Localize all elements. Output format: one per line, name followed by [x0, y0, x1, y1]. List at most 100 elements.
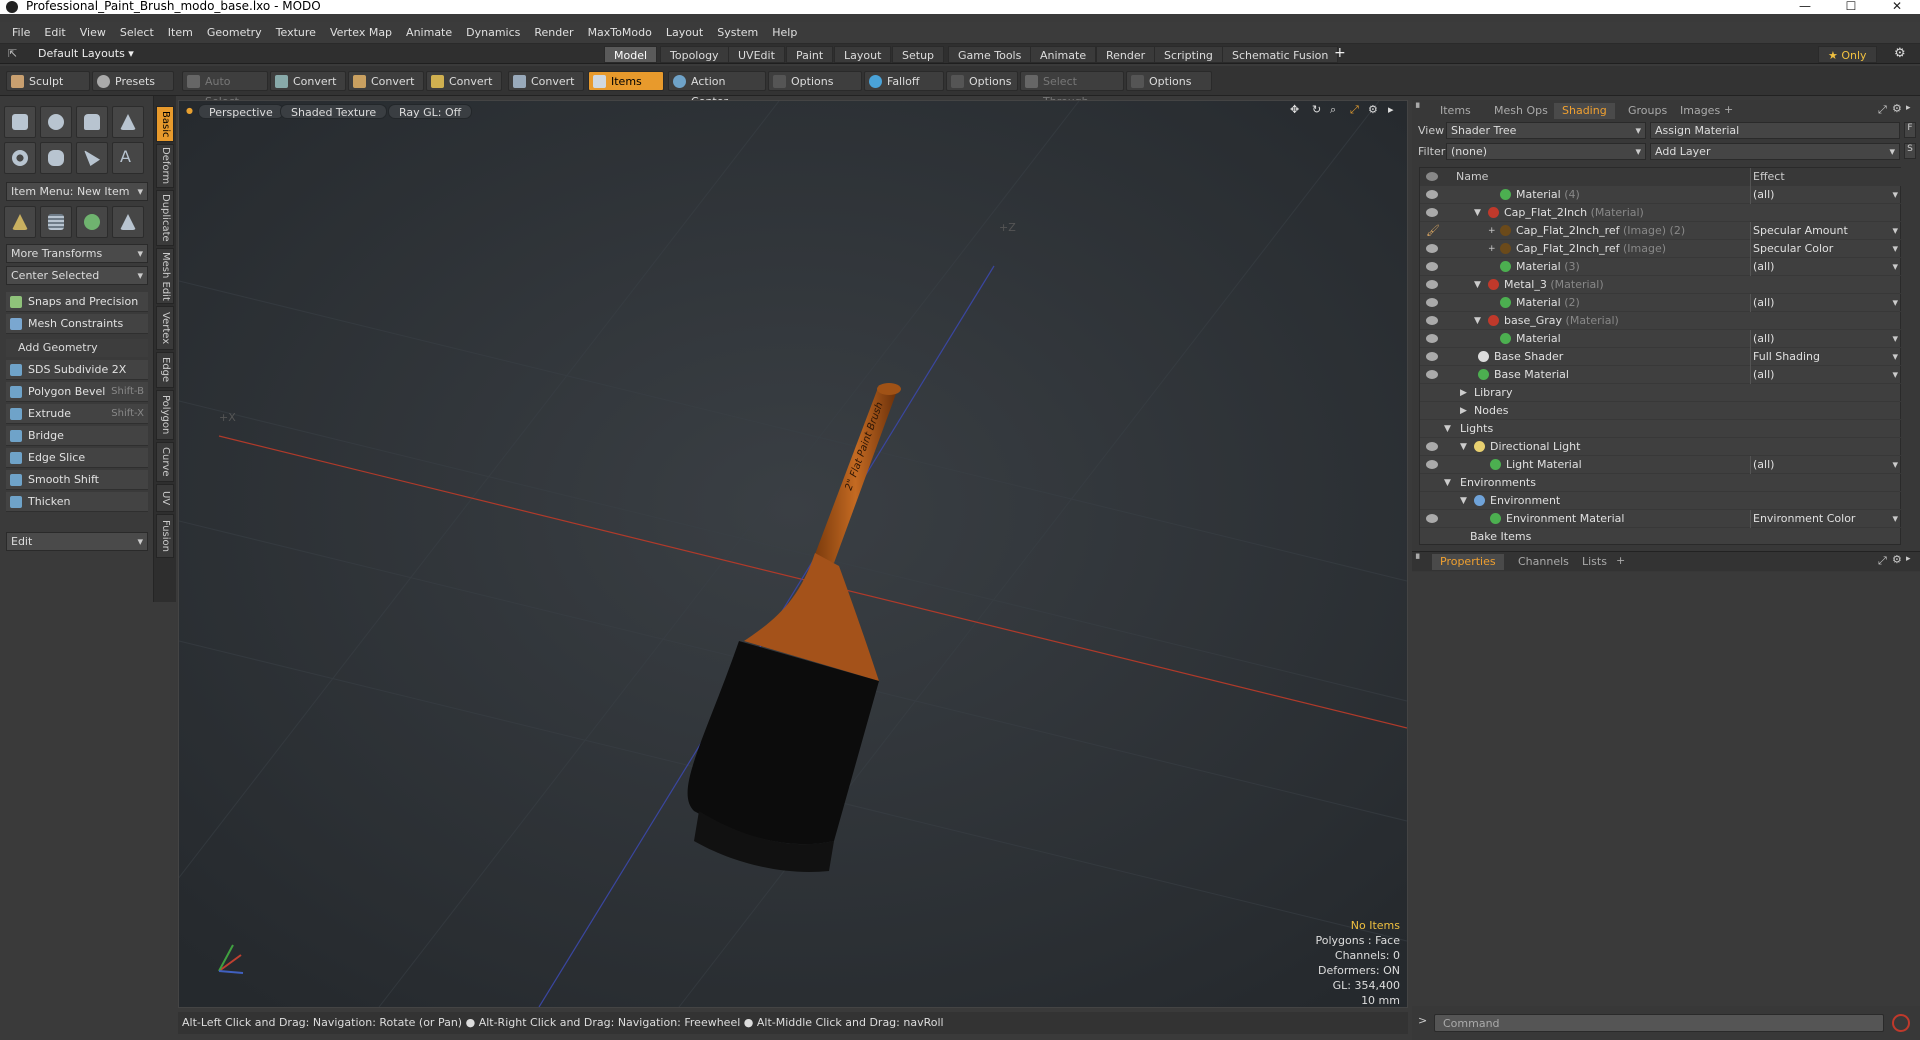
- shading-mode-button[interactable]: Shaded Texture: [280, 104, 388, 119]
- effect-dropdown[interactable]: (all): [1750, 456, 1902, 474]
- tab-paint[interactable]: Paint: [786, 46, 834, 63]
- center-selected-dropdown[interactable]: Center Selected: [6, 266, 148, 285]
- action-center-options-button[interactable]: Options: [768, 71, 862, 91]
- extrude-button[interactable]: Extrude Shift-X: [6, 404, 148, 424]
- tree-row[interactable]: ▼ Cap_Flat_2Inch (Material): [1420, 204, 1902, 222]
- tab-lists[interactable]: Lists: [1574, 554, 1615, 570]
- vtab-vertex[interactable]: Vertex: [156, 306, 174, 350]
- more-transforms-dropdown[interactable]: More Transforms: [6, 244, 148, 263]
- viewport-settings-icon[interactable]: ⚙: [1368, 103, 1378, 116]
- tab-groups[interactable]: Groups: [1620, 103, 1675, 119]
- panel-menu-icon[interactable]: ▘: [1416, 555, 1423, 565]
- panel-expand-icon[interactable]: ⤢: [1878, 103, 1887, 117]
- tree-row[interactable]: ▶ Library: [1420, 384, 1902, 402]
- tree-row[interactable]: Material (4) (all): [1420, 186, 1902, 204]
- panel-arrow-icon[interactable]: ▸: [1906, 103, 1911, 113]
- tab-layout[interactable]: Layout: [834, 46, 892, 63]
- tree-row[interactable]: ▼ Environments: [1420, 474, 1902, 492]
- only-toggle[interactable]: ★ Only: [1818, 46, 1877, 63]
- menu-geometry[interactable]: Geometry: [200, 22, 269, 44]
- viewport-menu-icon[interactable]: ●: [186, 106, 193, 115]
- move-tool-button[interactable]: [4, 206, 36, 238]
- tree-row[interactable]: Bake Items: [1420, 528, 1902, 546]
- tab-properties[interactable]: Properties: [1432, 554, 1504, 570]
- presets-button[interactable]: Presets F6: [92, 71, 174, 108]
- tab-animate[interactable]: Animate: [1030, 46, 1097, 63]
- vtab-mesh-edit[interactable]: Mesh Edit: [156, 248, 174, 304]
- brush-layer-icon[interactable]: 🖌: [1426, 222, 1440, 240]
- collapsed-arrow-icon[interactable]: ▶: [1460, 384, 1467, 402]
- maximize-button[interactable]: ☐: [1828, 0, 1874, 14]
- menu-view[interactable]: View: [73, 22, 113, 44]
- add-panel-tab-button[interactable]: +: [1724, 103, 1733, 116]
- expand-plus-icon[interactable]: +: [1488, 222, 1496, 240]
- expand-arrow-icon[interactable]: ▼: [1474, 204, 1481, 222]
- tab-images[interactable]: Images: [1672, 103, 1728, 119]
- tab-shading[interactable]: Shading: [1554, 103, 1615, 119]
- torus-primitive-button[interactable]: [4, 142, 36, 174]
- menu-layout[interactable]: Layout: [659, 22, 710, 44]
- bridge-button[interactable]: Bridge: [6, 426, 148, 446]
- visibility-eye-icon[interactable]: [1426, 442, 1438, 451]
- convert-vertices-button[interactable]: Convert: [270, 71, 346, 91]
- close-button[interactable]: ✕: [1874, 0, 1920, 14]
- cube-primitive-button[interactable]: [4, 106, 36, 138]
- settings-gear-icon[interactable]: ⚙: [1894, 46, 1906, 61]
- expand-arrow-icon[interactable]: ▼: [1444, 420, 1451, 438]
- expand-arrow-icon[interactable]: ▼: [1474, 312, 1481, 330]
- edit-dropdown[interactable]: Edit: [6, 532, 148, 551]
- tree-row[interactable]: 🖌 + Cap_Flat_2Inch_ref (Image) (2) Specular…: [1420, 222, 1902, 240]
- tab-channels[interactable]: Channels: [1510, 554, 1577, 570]
- sphere-primitive-button[interactable]: [40, 106, 72, 138]
- record-macro-icon[interactable]: [1892, 1014, 1910, 1032]
- vtab-polygon[interactable]: Polygon: [156, 390, 174, 440]
- vtab-duplicate[interactable]: Duplicate: [156, 190, 174, 246]
- cone-primitive-button[interactable]: [112, 106, 144, 138]
- tree-row[interactable]: Environment Material Environment Color: [1420, 510, 1902, 528]
- tab-topology[interactable]: Topology: [660, 46, 729, 63]
- convert-edges-button[interactable]: Convert: [348, 71, 424, 91]
- scale-tool-button[interactable]: [112, 206, 144, 238]
- effect-dropdown[interactable]: (all): [1750, 330, 1902, 348]
- mesh-constraints-button[interactable]: Mesh Constraints: [6, 314, 148, 334]
- polygon-bevel-button[interactable]: Polygon Bevel Shift-B: [6, 382, 148, 402]
- visibility-eye-icon[interactable]: [1426, 334, 1438, 343]
- tree-row[interactable]: ▼ Directional Light: [1420, 438, 1902, 456]
- select-through-options-button[interactable]: Options: [1126, 71, 1212, 91]
- cylinder-primitive-button[interactable]: [76, 106, 108, 138]
- zoom-icon[interactable]: ⌕: [1330, 103, 1336, 117]
- tree-row[interactable]: ▼ base_Gray (Material): [1420, 312, 1902, 330]
- visibility-eye-icon[interactable]: [1426, 514, 1438, 523]
- effect-dropdown[interactable]: Full Shading: [1750, 348, 1902, 366]
- rotate-tool-button[interactable]: [76, 206, 108, 238]
- default-layouts-dropdown[interactable]: Default Layouts ▾: [38, 47, 134, 60]
- viewport-expand-icon[interactable]: ▸: [1388, 103, 1394, 116]
- collapsed-arrow-icon[interactable]: ▶: [1460, 402, 1467, 420]
- visibility-eye-icon[interactable]: [1426, 316, 1438, 325]
- tab-model[interactable]: Model: [604, 46, 658, 63]
- minimize-button[interactable]: —: [1782, 0, 1828, 14]
- 3d-viewport[interactable]: +Z +X 2" Flat Paint Brush: [178, 100, 1408, 1008]
- assign-material-button[interactable]: Assign Material: [1650, 122, 1900, 139]
- text-tool-button[interactable]: A: [112, 142, 144, 174]
- fit-view-icon[interactable]: ⤢: [1350, 103, 1359, 117]
- add-layer-dropdown[interactable]: Add Layer: [1650, 143, 1900, 160]
- tree-row[interactable]: Material (2) (all): [1420, 294, 1902, 312]
- tab-render[interactable]: Render: [1096, 46, 1156, 63]
- expand-arrow-icon[interactable]: ▼: [1460, 492, 1467, 510]
- add-geometry-header[interactable]: Add Geometry: [6, 339, 148, 357]
- convert-polygons-button[interactable]: Convert: [426, 71, 502, 91]
- vtab-curve[interactable]: Curve: [156, 442, 174, 482]
- tree-row[interactable]: ▼ Environment: [1420, 492, 1902, 510]
- expand-arrow-icon[interactable]: ▼: [1444, 474, 1451, 492]
- menu-maxtomodo[interactable]: MaxToModo: [581, 22, 659, 44]
- assign-material-options-button[interactable]: F: [1904, 122, 1916, 138]
- snaps-precision-button[interactable]: Snaps and Precision: [6, 292, 148, 312]
- effect-dropdown[interactable]: (all): [1750, 258, 1902, 276]
- panel-expand-icon[interactable]: ⤢: [1878, 554, 1887, 568]
- vtab-uv[interactable]: UV: [156, 484, 174, 512]
- tab-uvedit[interactable]: UVEdit: [728, 46, 785, 63]
- menu-animate[interactable]: Animate: [399, 22, 459, 44]
- visibility-eye-icon[interactable]: [1426, 190, 1438, 199]
- tab-setup[interactable]: Setup: [892, 46, 945, 63]
